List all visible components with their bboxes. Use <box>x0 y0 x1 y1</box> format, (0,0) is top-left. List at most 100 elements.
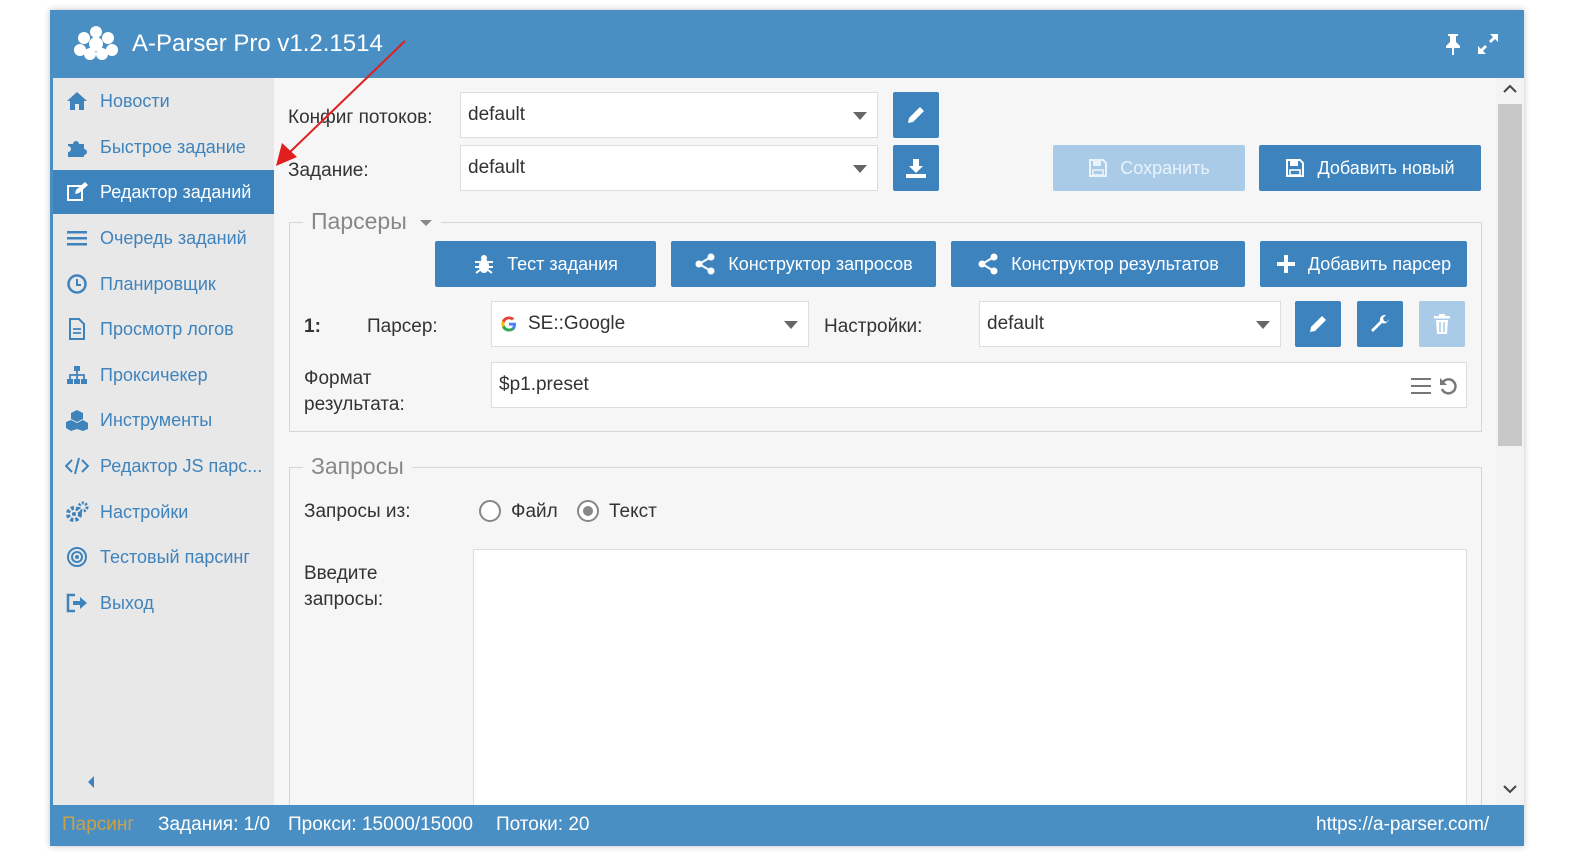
test-task-button-label: Тест задания <box>507 253 618 274</box>
sidebar-item-quick-task[interactable]: Быстрое задание <box>53 125 274 169</box>
menu-icon[interactable] <box>1410 377 1432 395</box>
result-builder-button[interactable]: Конструктор результатов <box>951 241 1245 287</box>
enter-queries-label-line1: Введите <box>304 563 378 584</box>
title-bar: A-Parser Pro v1.2.1514 <box>50 10 1524 78</box>
result-format-value: $p1.preset <box>499 374 589 395</box>
caret-down-icon <box>420 219 433 226</box>
sitemap-icon <box>65 364 89 386</box>
list-icon <box>65 227 89 249</box>
status-bar: Парсинг Задания: 1/0 Прокси: 15000/15000… <box>50 805 1524 846</box>
sidebar-item-logout[interactable]: Выход <box>53 581 274 625</box>
scroll-down-icon[interactable] <box>1503 784 1517 794</box>
sidebar-item-js-editor[interactable]: Редактор JS парс... <box>53 444 274 488</box>
parser-settings-value: default <box>987 313 1045 334</box>
task-label: Задание: <box>288 160 369 181</box>
scrollbar-thumb[interactable] <box>1498 104 1522 446</box>
parser-override-button[interactable] <box>1357 301 1403 347</box>
status-threads: Потоки: 20 <box>496 814 590 835</box>
threads-config-label: Конфиг потоков: <box>288 107 433 128</box>
wrench-icon <box>1371 314 1389 332</box>
queries-from-text-label[interactable]: Текст <box>609 501 657 523</box>
sidebar-item-tools[interactable]: Инструменты <box>53 398 274 442</box>
delete-parser-button[interactable] <box>1419 301 1465 347</box>
share-icon <box>695 253 715 275</box>
sidebar-item-label: Проксичекер <box>100 364 208 385</box>
floppy-icon <box>1286 159 1305 177</box>
edit-icon <box>65 181 89 203</box>
sidebar-item-test-parsing[interactable]: Тестовый парсинг <box>53 535 274 579</box>
parser-settings-select[interactable]: default <box>979 301 1281 347</box>
task-value: default <box>468 157 526 178</box>
pencil-icon <box>908 107 924 123</box>
sidebar-item-label: Просмотр логов <box>100 318 234 339</box>
a-parser-logo-icon <box>74 26 118 60</box>
parser-settings-label: Настройки: <box>824 316 923 337</box>
sidebar-item-label: Быстрое задание <box>100 136 246 157</box>
trash-icon <box>1434 314 1450 334</box>
file-icon <box>65 318 89 340</box>
floppy-icon <box>1089 159 1108 177</box>
sign-out-icon <box>65 592 89 614</box>
threads-config-select[interactable]: default <box>460 92 878 138</box>
save-button-label: Сохранить <box>1120 157 1210 178</box>
chevron-down-icon <box>853 112 867 120</box>
sidebar-item-task-queue[interactable]: Очередь заданий <box>53 216 274 260</box>
gears-icon <box>65 501 89 523</box>
chevron-down-icon <box>1256 321 1270 329</box>
result-format-label-line1: Формат <box>304 368 372 389</box>
status-site-link[interactable]: https://a-parser.com/ <box>1316 814 1489 836</box>
sidebar-item-label: Новости <box>100 90 170 111</box>
add-parser-button-label: Добавить парсер <box>1307 253 1452 274</box>
queries-from-file-radio[interactable] <box>479 500 501 522</box>
collapse-sidebar-icon[interactable] <box>85 774 97 790</box>
sidebar-item-label: Очередь заданий <box>100 227 247 248</box>
app-window: A-Parser Pro v1.2.1514 Новости Быстрое з… <box>50 10 1524 846</box>
share-icon <box>978 253 998 275</box>
google-icon <box>501 316 516 332</box>
task-select[interactable]: default <box>460 145 878 191</box>
queries-source-label: Запросы из: <box>304 501 411 522</box>
sidebar-item-logs[interactable]: Просмотр логов <box>53 307 274 351</box>
query-builder-button[interactable]: Конструктор запросов <box>671 241 936 287</box>
result-format-input[interactable]: $p1.preset <box>491 362 1467 408</box>
status-proxies: Прокси: 15000/15000 <box>288 814 473 835</box>
target-icon <box>65 546 89 568</box>
window-title: A-Parser Pro v1.2.1514 <box>132 30 383 57</box>
parsers-legend[interactable]: Парсеры <box>303 208 442 235</box>
scroll-up-icon[interactable] <box>1503 84 1517 94</box>
status-tasks: Задания: 1/0 <box>158 814 271 835</box>
add-new-button[interactable]: Добавить новый <box>1259 145 1481 191</box>
pencil-icon <box>1310 316 1326 332</box>
queries-from-file-label[interactable]: Файл <box>511 501 558 523</box>
sidebar-item-label: Редактор заданий <box>100 181 252 202</box>
threads-config-value: default <box>468 104 526 125</box>
content-scrollbar[interactable] <box>1496 78 1524 805</box>
sidebar-item-news[interactable]: Новости <box>53 79 274 123</box>
result-builder-button-label: Конструктор результатов <box>1011 253 1219 274</box>
test-task-button[interactable]: Тест задания <box>435 241 656 287</box>
save-button[interactable]: Сохранить <box>1053 145 1245 191</box>
queries-from-text-radio[interactable] <box>577 500 599 522</box>
parsers-legend-label: Парсеры <box>311 208 407 234</box>
status-mode: Парсинг <box>62 814 135 835</box>
expand-icon[interactable] <box>1476 32 1500 56</box>
sidebar-item-label: Тестовый парсинг <box>100 546 250 567</box>
sidebar-item-scheduler[interactable]: Планировщик <box>53 262 274 306</box>
edit-threads-config-button[interactable] <box>893 92 939 138</box>
parser-row-index: 1: <box>304 316 321 337</box>
sidebar-item-settings[interactable]: Настройки <box>53 490 274 534</box>
undo-icon[interactable] <box>1438 375 1460 397</box>
sidebar-item-task-editor[interactable]: Редактор заданий <box>53 170 274 214</box>
download-task-button[interactable] <box>893 145 939 191</box>
pin-icon[interactable] <box>1442 32 1464 56</box>
add-parser-button[interactable]: Добавить парсер <box>1260 241 1467 287</box>
parser-select[interactable]: SE::Google <box>491 301 809 347</box>
plus-icon <box>1276 255 1295 273</box>
sidebar-item-proxychecker[interactable]: Проксичекер <box>53 353 274 397</box>
query-builder-button-label: Конструктор запросов <box>728 253 913 274</box>
edit-parser-settings-button[interactable] <box>1295 301 1341 347</box>
queries-textarea[interactable] <box>473 549 1467 805</box>
sidebar-item-label: Планировщик <box>100 273 216 294</box>
chevron-down-icon <box>853 165 867 173</box>
code-icon <box>65 455 89 477</box>
